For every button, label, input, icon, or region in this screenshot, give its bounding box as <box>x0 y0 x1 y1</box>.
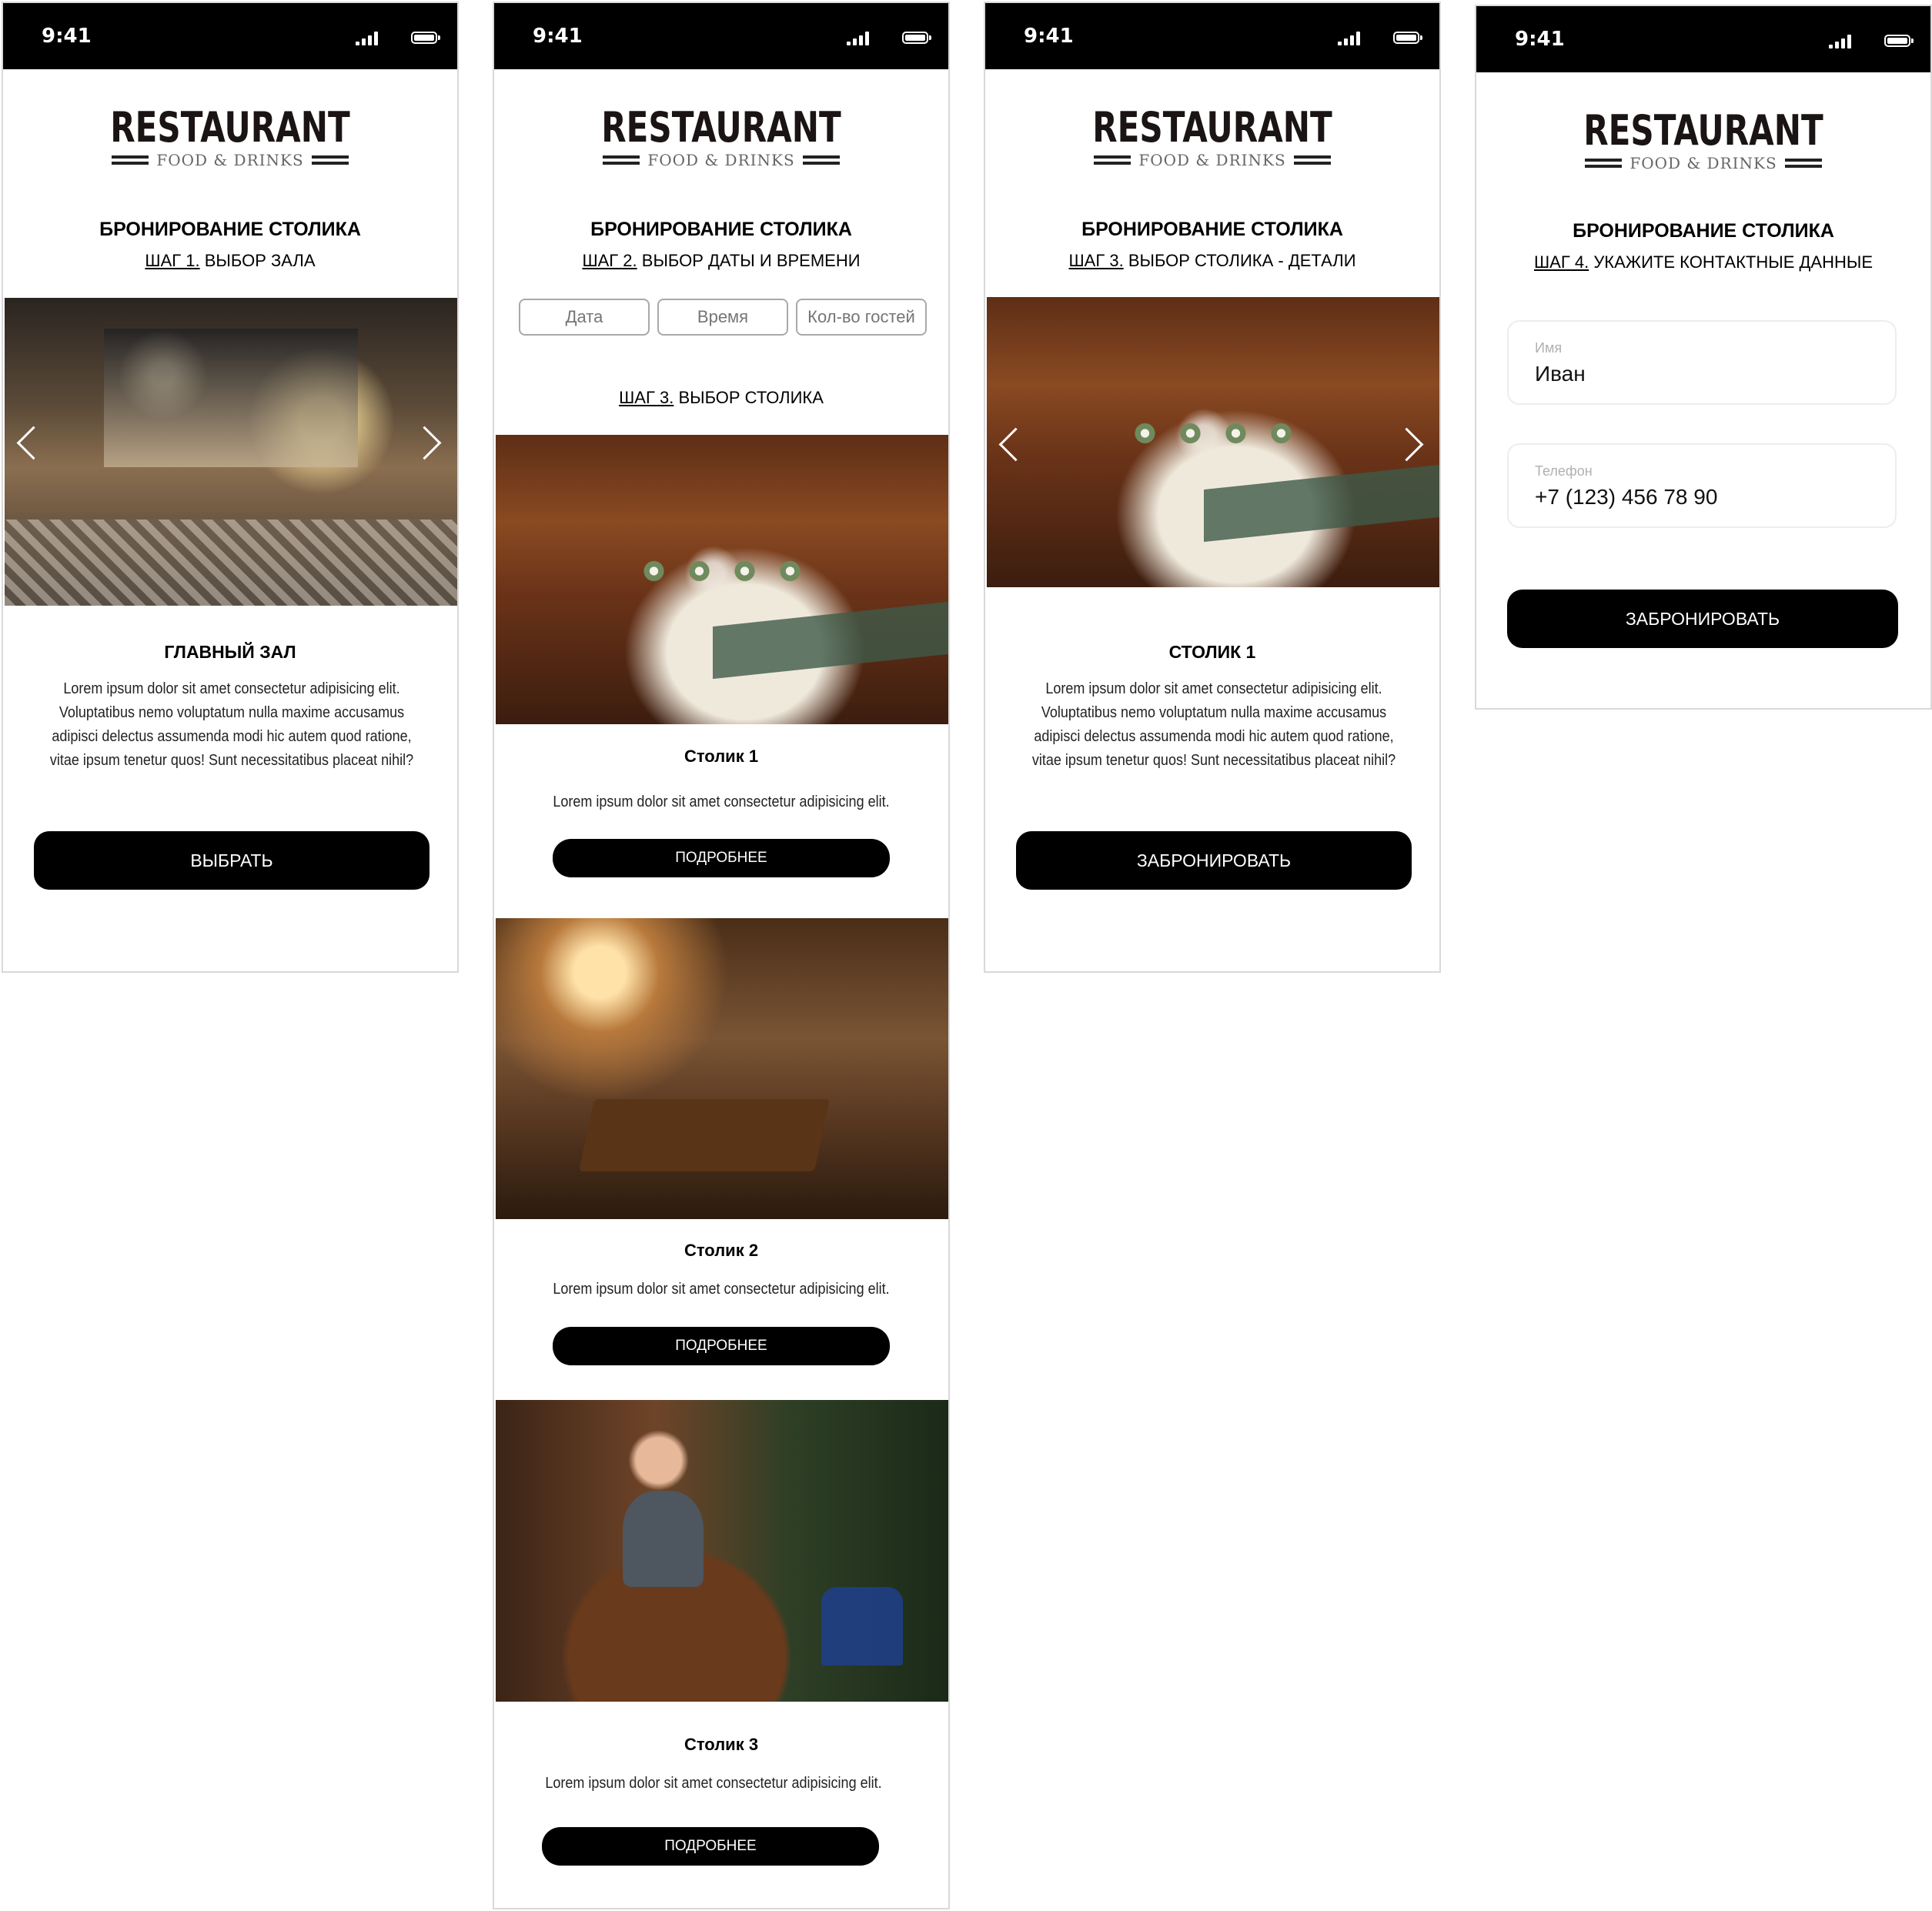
phone-field[interactable]: Телефон <box>1507 443 1897 528</box>
status-bar: 9:41 <box>985 3 1439 69</box>
step-indicator: ШАГ 2. ВЫБОР ДАТЫ И ВРЕМЕНИ <box>494 251 948 271</box>
table-1-details-button[interactable]: ПОДРОБНЕЕ <box>553 839 890 877</box>
status-time: 9:41 <box>533 25 583 48</box>
logo-subtitle: FOOD & DRINKS <box>1629 154 1777 172</box>
phone-input[interactable] <box>1535 485 1858 509</box>
logo-subtitle: FOOD & DRINKS <box>1138 151 1286 169</box>
logo-subtitle: FOOD & DRINKS <box>647 151 795 169</box>
step-text: УКАЖИТЕ КОНТАКТНЫЕ ДАННЫЕ <box>1589 252 1873 272</box>
phone-label: Телефон <box>1535 463 1593 479</box>
page-title: БРОНИРОВАНИЕ СТОЛИКА <box>590 219 852 240</box>
name-input[interactable] <box>1535 362 1858 386</box>
hall-description: Lorem ipsum dolor sit amet consectetur a… <box>49 680 414 769</box>
logo-name: RESTAURANT <box>1092 103 1332 152</box>
book-button[interactable]: ЗАБРОНИРОВАТЬ <box>1016 831 1412 890</box>
status-bar: 9:41 <box>494 3 948 69</box>
status-bar: 9:41 <box>3 3 457 69</box>
screen-step-1: 9:41 RESTAURANT FOOD & DRINKS БРОНИРОВАН… <box>2 2 459 973</box>
step-indicator: ШАГ 1. ВЫБОР ЗАЛА <box>3 251 457 271</box>
step-indicator: ШАГ 3. ВЫБОР СТОЛИКА - ДЕТАЛИ <box>985 251 1439 271</box>
status-bar: 9:41 <box>1476 6 1930 72</box>
step-number: ШАГ 4. <box>1534 252 1589 272</box>
screen-step-2: 9:41 RESTAURANT FOOD & DRINKS БРОНИРОВАН… <box>493 2 950 1909</box>
table-title: СТОЛИК 1 <box>1168 642 1256 662</box>
table-3-title: Столик 3 <box>684 1735 759 1754</box>
status-time: 9:41 <box>1024 25 1074 48</box>
battery-icon <box>411 32 440 44</box>
step-text: ВЫБОР СТОЛИКА <box>674 388 824 407</box>
table-description: Lorem ipsum dolor sit amet consectetur a… <box>1031 680 1396 769</box>
battery-icon <box>902 32 931 44</box>
signal-icon <box>1338 32 1362 45</box>
guests-input[interactable] <box>796 299 927 336</box>
status-time: 9:41 <box>42 25 92 48</box>
page-title: БРОНИРОВАНИЕ СТОЛИКА <box>1573 220 1834 242</box>
step-number: ШАГ 2. <box>582 251 637 270</box>
logo: RESTAURANT FOOD & DRINKS <box>3 105 457 171</box>
name-field[interactable]: Имя <box>1507 320 1897 405</box>
date-input[interactable] <box>519 299 650 336</box>
table-1-description: Lorem ipsum dolor sit amet consectetur a… <box>553 793 890 810</box>
logo: RESTAURANT FOOD & DRINKS <box>985 105 1439 171</box>
battery-icon <box>1393 32 1422 44</box>
logo-name: RESTAURANT <box>601 103 841 152</box>
logo-subtitle: FOOD & DRINKS <box>156 151 304 169</box>
hall-title: ГЛАВНЫЙ ЗАЛ <box>164 642 296 662</box>
status-time: 9:41 <box>1515 28 1565 51</box>
choose-button[interactable]: ВЫБРАТЬ <box>34 831 430 890</box>
table-2-photo <box>496 918 948 1219</box>
step-number: ШАГ 3. <box>619 388 674 407</box>
step-text: ВЫБОР ЗАЛА <box>199 251 316 270</box>
screen-step-3: 9:41 RESTAURANT FOOD & DRINKS БРОНИРОВАН… <box>984 2 1441 973</box>
page-title: БРОНИРОВАНИЕ СТОЛИКА <box>1081 219 1343 240</box>
book-button[interactable]: ЗАБРОНИРОВАТЬ <box>1507 590 1898 648</box>
logo: RESTAURANT FOOD & DRINKS <box>1476 108 1930 174</box>
table-1-photo <box>496 435 948 724</box>
page-title: БРОНИРОВАНИЕ СТОЛИКА <box>99 219 361 240</box>
table-1-title: Столик 1 <box>684 747 759 766</box>
table-3-details-button[interactable]: ПОДРОБНЕЕ <box>542 1827 879 1866</box>
step-text: ВЫБОР СТОЛИКА - ДЕТАЛИ <box>1123 251 1356 270</box>
table-2-title: Столик 2 <box>684 1241 759 1260</box>
step-3-indicator: ШАГ 3. ВЫБОР СТОЛИКА <box>494 388 948 408</box>
step-indicator: ШАГ 4. УКАЖИТЕ КОНТАКТНЫЕ ДАННЫЕ <box>1476 252 1930 272</box>
logo: RESTAURANT FOOD & DRINKS <box>494 105 948 171</box>
table-3-photo <box>496 1400 948 1702</box>
step-number: ШАГ 1. <box>145 251 200 270</box>
time-input[interactable] <box>657 299 788 336</box>
hall-photo <box>5 298 457 606</box>
logo-name: RESTAURANT <box>110 103 350 152</box>
step-text: ВЫБОР ДАТЫ И ВРЕМЕНИ <box>637 251 861 270</box>
signal-icon <box>1829 35 1853 48</box>
signal-icon <box>356 32 380 45</box>
battery-icon <box>1884 35 1914 47</box>
signal-icon <box>847 32 871 45</box>
table-photo <box>987 297 1439 587</box>
logo-name: RESTAURANT <box>1583 106 1823 155</box>
table-2-description: Lorem ipsum dolor sit amet consectetur a… <box>553 1281 890 1298</box>
name-label: Имя <box>1535 340 1563 356</box>
screen-step-4: 9:41 RESTAURANT FOOD & DRINKS БРОНИРОВАН… <box>1475 5 1932 710</box>
step-number: ШАГ 3. <box>1068 251 1124 270</box>
table-2-details-button[interactable]: ПОДРОБНЕЕ <box>553 1327 890 1365</box>
table-3-description: Lorem ipsum dolor sit amet consectetur a… <box>545 1775 882 1792</box>
